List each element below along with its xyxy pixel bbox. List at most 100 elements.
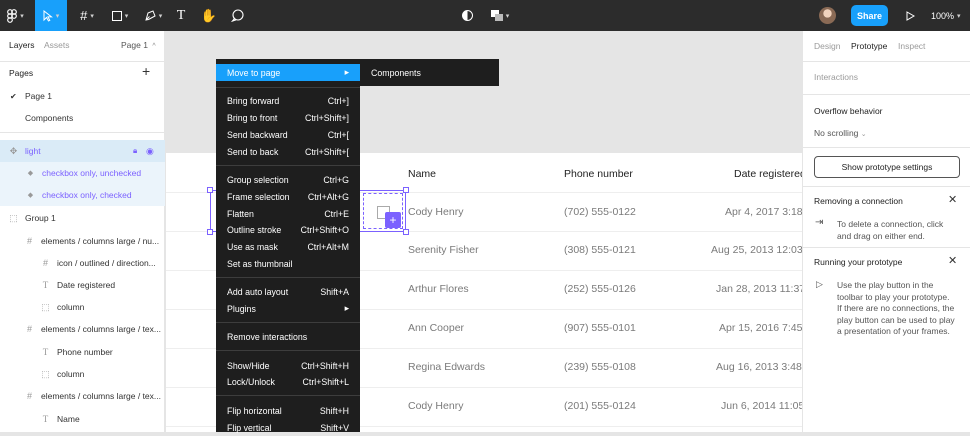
layer-label: Phone number	[57, 347, 113, 357]
layer-item[interactable]: # elements / columns large / tex...	[0, 385, 165, 407]
menu-item-plugins[interactable]: Plugins ▸	[216, 300, 360, 317]
layer-item[interactable]: # elements / columns large / tex...	[0, 318, 165, 340]
menu-item-flatten[interactable]: Flatten Ctrl+E	[216, 205, 360, 222]
tab-layers[interactable]: Layers	[9, 40, 35, 50]
rectangle-icon	[111, 10, 122, 21]
menu-item-flip-vertical[interactable]: Flip vertical Shift+V	[216, 419, 360, 436]
layer-item[interactable]: # elements / columns large / nu...	[0, 230, 165, 252]
comment-tool-button[interactable]	[228, 0, 246, 31]
menu-shortcut: Ctrl+Alt+G	[307, 191, 349, 202]
layer-item-checkbox-unchecked[interactable]: ◆ checkbox only, unchecked	[0, 162, 165, 184]
layer-item[interactable]: T Name	[0, 408, 165, 430]
main-menu-button[interactable]: ▾	[0, 0, 31, 31]
page-selector[interactable]: Page 1 ^	[121, 40, 156, 50]
avatar[interactable]	[819, 7, 836, 24]
menu-shortcut: Ctrl+E	[324, 208, 349, 219]
menu-item-set-as-thumbnail[interactable]: Set as thumbnail	[216, 255, 360, 272]
text-tool-button[interactable]: T	[172, 0, 190, 31]
connection-icon: ⇥	[815, 217, 824, 228]
menu-item-bring-forward[interactable]: Bring forward Ctrl+]	[216, 92, 360, 109]
present-play-button[interactable]	[903, 0, 917, 31]
checkbox-checked[interactable]: +	[385, 212, 401, 228]
hand-tool-button[interactable]: ✋	[200, 0, 218, 31]
layer-item-group-1[interactable]: ⬚ Group 1	[0, 207, 165, 229]
group-dashed-square-icon: ⬚	[41, 368, 50, 379]
lock-icon[interactable]: 🔒︎	[133, 146, 137, 156]
layer-item-checkbox-checked[interactable]: ◆ checkbox only, checked	[0, 184, 165, 206]
tab-design[interactable]: Design	[814, 41, 840, 51]
tab-prototype[interactable]: Prototype	[851, 41, 887, 51]
overflow-dropdown[interactable]: No scrolling ⌄	[814, 128, 867, 138]
resize-handle[interactable]	[207, 187, 213, 193]
frame-tool-button[interactable]: # ▾	[74, 0, 100, 31]
layer-item[interactable]: # icon / outlined / direction...	[0, 252, 165, 274]
menu-item-send-to-back[interactable]: Send to back Ctrl+Shift+[	[216, 143, 360, 160]
tab-inspect[interactable]: Inspect	[898, 41, 925, 51]
resize-handle[interactable]	[403, 187, 409, 193]
menu-item-label: Bring to front	[227, 112, 278, 123]
share-button[interactable]: Share	[851, 5, 888, 26]
menu-item-remove-interactions[interactable]: Remove interactions	[216, 328, 360, 345]
menu-item-lock-unlock[interactable]: Lock/Unlock Ctrl+Shift+L	[216, 373, 360, 390]
menu-shortcut: Ctrl+Shift+L	[302, 376, 349, 387]
menu-item-label: Outline stroke	[227, 224, 282, 235]
close-icon[interactable]: ✕	[948, 254, 957, 267]
menu-shortcut: Ctrl+[	[327, 129, 349, 140]
pen-icon	[145, 9, 156, 21]
column-header-phone: Phone number	[564, 168, 633, 180]
menu-item-show-hide[interactable]: Show/Hide Ctrl+Shift+H	[216, 357, 360, 374]
menu-item-outline-stroke[interactable]: Outline stroke Ctrl+Shift+O	[216, 221, 360, 238]
half-circle-icon	[461, 10, 473, 21]
page-item-components[interactable]: Components	[0, 107, 165, 129]
resize-handle[interactable]	[207, 229, 213, 235]
menu-item-move-to-page[interactable]: Move to page ▸	[216, 64, 360, 81]
layer-label: checkbox only, checked	[42, 190, 132, 200]
frame-hash-icon: #	[26, 236, 32, 246]
play-icon	[906, 10, 915, 21]
show-prototype-settings-button[interactable]: Show prototype settings	[814, 156, 960, 178]
layer-item[interactable]: T Date registered	[0, 274, 165, 296]
move-tool-button[interactable]: ▾	[35, 0, 67, 31]
group-dashed-square-icon: ⬚	[41, 301, 50, 312]
menu-item-use-as-mask[interactable]: Use as mask Ctrl+Alt+M	[216, 238, 360, 255]
zoom-dropdown[interactable]: 100% ▾	[931, 0, 961, 31]
close-icon[interactable]: ✕	[948, 193, 957, 206]
chevron-right-icon: ▸	[344, 67, 349, 77]
layer-item[interactable]: ⬚ column	[0, 363, 165, 385]
table-cell-date: Jan 28, 2013 11:37	[716, 283, 806, 295]
add-page-plus-icon[interactable]: +	[142, 63, 150, 79]
menu-divider	[216, 395, 360, 396]
tab-assets[interactable]: Assets	[44, 40, 70, 50]
resize-handle[interactable]	[403, 229, 409, 235]
pen-tool-button[interactable]: ▾	[139, 0, 167, 31]
shape-tool-button[interactable]: ▾	[106, 0, 134, 31]
layer-item[interactable]: T Phone number	[0, 341, 165, 363]
submenu-item-components[interactable]: Components	[360, 64, 499, 81]
overlap-squares-icon	[490, 10, 503, 21]
menu-item-label: Use as mask	[227, 241, 278, 252]
menu-item-bring-to-front[interactable]: Bring to front Ctrl+Shift+]	[216, 109, 360, 126]
text-t-icon: T	[42, 347, 49, 357]
layer-label: elements / columns large / nu...	[41, 236, 160, 246]
eye-icon[interactable]: ◉	[146, 146, 154, 157]
comment-bubble-icon	[230, 9, 244, 22]
layers-dropdown-button[interactable]: ▾	[488, 0, 512, 31]
table-cell-date: Apr 15, 2016 7:45	[719, 322, 803, 334]
page-item-label: Components	[25, 113, 74, 123]
menu-shortcut: Ctrl+Shift+[	[304, 146, 349, 157]
contrast-toggle-button[interactable]	[459, 0, 475, 31]
menu-item-label: Flip horizontal	[227, 405, 282, 416]
layer-label: checkbox only, unchecked	[42, 168, 142, 178]
menu-item-add-auto-layout[interactable]: Add auto layout Shift+A	[216, 283, 360, 300]
page-item-page-1[interactable]: ✔ Page 1	[0, 85, 165, 107]
menu-item-label: Send backward	[227, 129, 288, 140]
menu-item-group-selection[interactable]: Group selection Ctrl+G	[216, 171, 360, 188]
divider	[803, 186, 970, 187]
menu-item-send-backward[interactable]: Send backward Ctrl+[	[216, 126, 360, 143]
menu-item-flip-horizontal[interactable]: Flip horizontal Shift+H	[216, 402, 360, 419]
divider	[0, 132, 165, 133]
table-cell-phone: (201) 555-0124	[564, 400, 636, 412]
layer-item[interactable]: ⬚ column	[0, 296, 165, 318]
menu-item-frame-selection[interactable]: Frame selection Ctrl+Alt+G	[216, 188, 360, 205]
layer-item-light[interactable]: ✥ light 🔒︎ ◉	[0, 140, 165, 162]
